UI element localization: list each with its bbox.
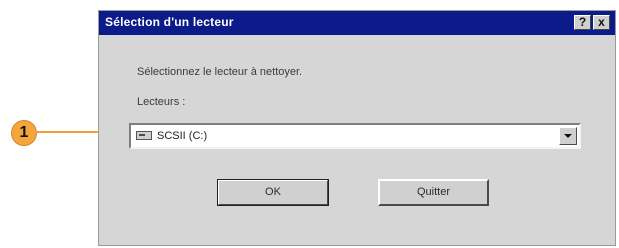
help-button[interactable]: ? — [574, 15, 591, 30]
title-bar: Sélection d'un lecteur ? x — [99, 11, 615, 35]
select-drive-dialog: Sélection d'un lecteur ? x Sélectionnez … — [98, 10, 616, 246]
instruction-text: Sélectionnez le lecteur à nettoyer. — [137, 66, 303, 78]
callout-badge: 1 — [11, 120, 37, 146]
hard-drive-icon — [136, 131, 152, 140]
dialog-title: Sélection d'un lecteur — [105, 15, 234, 29]
drives-label: Lecteurs : — [137, 96, 186, 108]
drive-select-value: SCSII (C:) — [157, 130, 208, 142]
quit-button[interactable]: Quitter — [378, 179, 489, 206]
close-button[interactable]: x — [593, 15, 610, 30]
chevron-down-icon[interactable] — [559, 127, 577, 145]
drive-select[interactable]: SCSII (C:) — [129, 123, 581, 149]
ok-button[interactable]: OK — [217, 179, 329, 206]
